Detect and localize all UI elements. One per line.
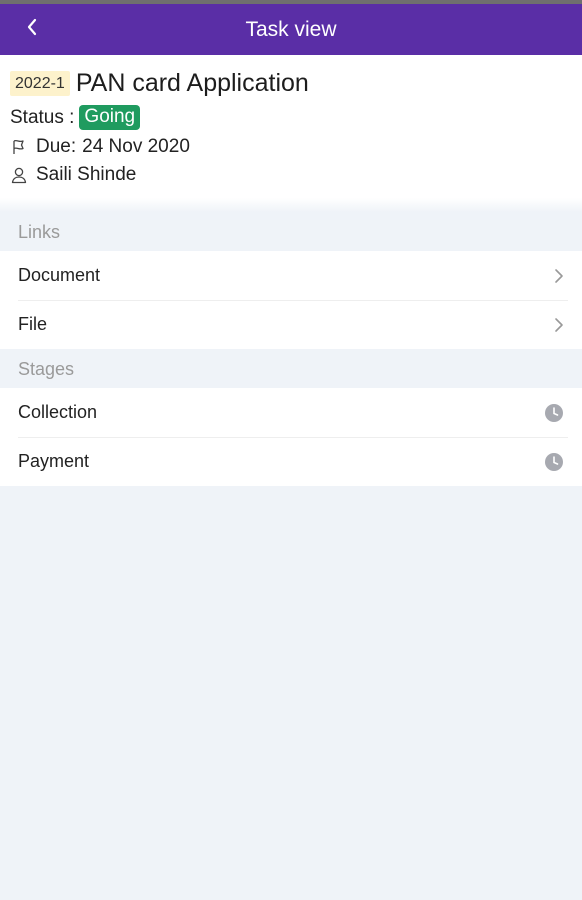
status-label: Status :	[10, 106, 75, 128]
due-date: 24 Nov 2020	[82, 136, 190, 157]
header-divider	[0, 198, 582, 212]
stages-section-label: Stages	[18, 359, 75, 379]
due-label: Due:	[36, 136, 77, 157]
chevron-right-icon	[554, 268, 564, 284]
task-title-row: 2022-1 PAN card Application	[10, 69, 572, 98]
clock-icon	[544, 452, 564, 472]
stages-list: Collection Payment	[0, 388, 582, 486]
links-section-label: Links	[18, 222, 61, 242]
top-navbar: Task view	[0, 4, 582, 55]
list-item-label: File	[18, 314, 48, 334]
status-badge: Going	[79, 105, 141, 130]
due-row: Due: 24 Nov 2020	[10, 136, 572, 158]
page-title: Task view	[245, 17, 337, 41]
stage-item-collection[interactable]: Collection	[0, 388, 582, 437]
list-item-label: Document	[18, 265, 101, 285]
task-id-badge: 2022-1	[10, 71, 70, 96]
task-header: 2022-1 PAN card Application Status : Goi…	[0, 55, 582, 198]
user-icon	[10, 166, 28, 184]
link-item-file[interactable]: File	[0, 300, 582, 349]
back-button[interactable]	[14, 4, 50, 55]
clock-icon	[544, 403, 564, 423]
stage-item-payment[interactable]: Payment	[0, 437, 582, 486]
assignee-row: Saili Shinde	[10, 164, 572, 186]
list-item-label: Collection	[18, 402, 98, 422]
status-row: Status : Going	[10, 105, 572, 130]
chevron-right-icon	[554, 317, 564, 333]
list-item-label: Payment	[18, 451, 90, 471]
links-list: Document File	[0, 251, 582, 349]
link-item-document[interactable]: Document	[0, 251, 582, 300]
assignee-name: Saili Shinde	[36, 164, 137, 185]
chevron-left-icon	[26, 18, 38, 41]
flag-icon	[10, 138, 28, 156]
task-title: PAN card Application	[75, 69, 309, 97]
